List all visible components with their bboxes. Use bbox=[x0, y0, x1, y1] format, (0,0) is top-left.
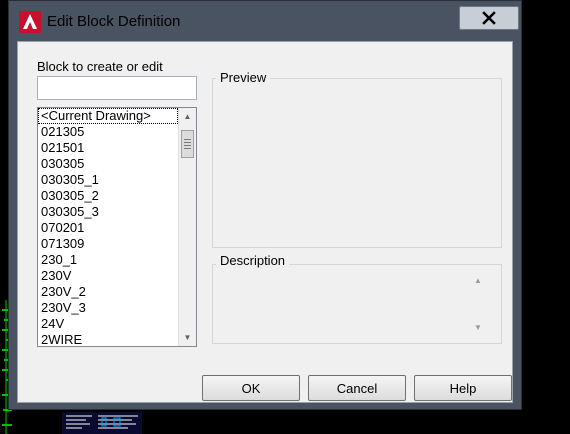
description-scrollbar[interactable]: ▲ ▼ bbox=[470, 270, 488, 336]
scroll-up-arrow-icon[interactable]: ▲ bbox=[179, 108, 196, 125]
scroll-up-arrow-icon[interactable]: ▲ bbox=[474, 276, 482, 285]
block-list-item[interactable]: 24V bbox=[38, 316, 178, 332]
description-group bbox=[212, 264, 502, 344]
autocad-logo-icon bbox=[19, 11, 41, 33]
preview-label: Preview bbox=[216, 70, 271, 85]
block-list-item[interactable]: 030305_3 bbox=[38, 204, 178, 220]
block-list-item[interactable]: 230V_2 bbox=[38, 284, 178, 300]
block-list[interactable]: <Current Drawing> 021305 021501 030305 03030… bbox=[37, 107, 197, 347]
block-list-item[interactable]: <Current Drawing> bbox=[38, 108, 178, 124]
block-list-item[interactable]: 230_1 bbox=[38, 252, 178, 268]
block-list-item[interactable]: 070201 bbox=[38, 220, 178, 236]
block-list-item[interactable]: 2WIRE bbox=[38, 332, 178, 346]
block-list-item[interactable]: 230V_3 bbox=[38, 300, 178, 316]
block-list-items: <Current Drawing> 021305 021501 030305 03030… bbox=[38, 108, 178, 346]
scroll-down-arrow-icon[interactable]: ▼ bbox=[179, 329, 196, 346]
block-list-item[interactable]: 030305_2 bbox=[38, 188, 178, 204]
block-name-label: Block to create or edit bbox=[37, 59, 163, 74]
block-list-item[interactable]: 021305 bbox=[38, 124, 178, 140]
help-button[interactable]: Help bbox=[414, 375, 512, 401]
block-name-input[interactable] bbox=[37, 76, 197, 100]
close-icon bbox=[482, 11, 496, 25]
block-list-item[interactable]: 030305_1 bbox=[38, 172, 178, 188]
title-bar[interactable]: Edit Block Definition bbox=[9, 1, 521, 41]
preview-group bbox=[212, 78, 502, 248]
close-button[interactable] bbox=[459, 6, 519, 30]
cancel-button[interactable]: Cancel bbox=[308, 375, 406, 401]
block-list-item[interactable]: 030305 bbox=[38, 156, 178, 172]
window-title: Edit Block Definition bbox=[47, 13, 181, 30]
ok-button[interactable]: OK bbox=[202, 375, 300, 401]
dialog-client-area: Block to create or edit <Current Drawing… bbox=[17, 41, 513, 403]
block-list-item[interactable]: 021501 bbox=[38, 140, 178, 156]
edit-block-definition-dialog: Edit Block Definition Block to create or… bbox=[8, 0, 522, 410]
block-list-scrollbar[interactable]: ▲ ▼ bbox=[178, 108, 196, 346]
block-list-item[interactable]: 230V bbox=[38, 268, 178, 284]
cad-drawing-thumbnail bbox=[62, 412, 142, 434]
scroll-thumb[interactable] bbox=[181, 130, 194, 158]
description-label: Description bbox=[216, 253, 290, 268]
block-list-item[interactable]: 071309 bbox=[38, 236, 178, 252]
scroll-down-arrow-icon[interactable]: ▼ bbox=[474, 323, 482, 332]
